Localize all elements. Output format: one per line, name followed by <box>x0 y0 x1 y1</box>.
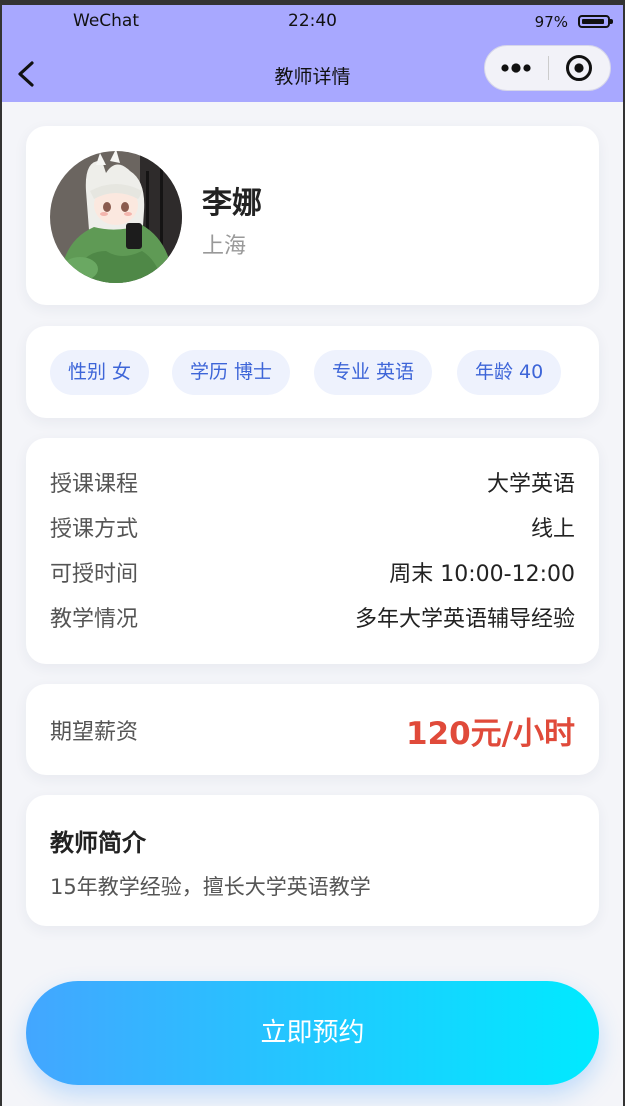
battery-icon <box>578 15 613 28</box>
status-time: 22:40 <box>288 11 337 31</box>
battery-percent: 97% <box>534 13 568 31</box>
avatar-image <box>50 151 182 283</box>
tag-education: 学历 博士 <box>172 350 291 395</box>
battery-fill <box>582 19 604 24</box>
tag-major: 专业 英语 <box>314 350 433 395</box>
more-dots-icon <box>501 63 531 73</box>
avatar <box>50 151 182 283</box>
book-now-button[interactable]: 立即预约 <box>26 981 599 1085</box>
top-header: WeChat 22:40 97% 教师详情 <box>2 5 623 102</box>
teacher-name: 李娜 <box>202 186 262 221</box>
mini-program-capsule <box>484 45 611 91</box>
profile-card: 李娜 上海 <box>26 126 599 305</box>
target-circle-icon <box>566 55 592 81</box>
info-value: 周末 10:00-12:00 <box>389 562 575 587</box>
info-label: 授课课程 <box>50 472 139 497</box>
more-button[interactable] <box>485 46 548 90</box>
teacher-location: 上海 <box>202 234 247 259</box>
tags-card: 性别 女 学历 博士 专业 英语 年龄 40 <box>26 326 599 418</box>
info-label: 授课方式 <box>50 517 139 542</box>
info-label: 教学情况 <box>50 607 139 632</box>
info-value: 线上 <box>530 517 575 542</box>
info-label: 可授时间 <box>50 562 139 587</box>
info-row-time: 可授时间 周末 10:00-12:00 <box>50 556 575 590</box>
close-button[interactable] <box>547 46 610 90</box>
tag-age: 年龄 40 <box>457 350 562 395</box>
info-row-method: 授课方式 线上 <box>50 511 575 545</box>
info-value: 大学英语 <box>486 472 575 497</box>
info-value: 多年大学英语辅导经验 <box>354 607 575 632</box>
info-row-course: 授课课程 大学英语 <box>50 466 575 500</box>
intro-text: 15年教学经验，擅长大学英语教学 <box>50 875 371 899</box>
info-row-experience: 教学情况 多年大学英语辅导经验 <box>50 601 575 635</box>
app-frame: WeChat 22:40 97% 教师详情 李娜 上海 性别 女 学历 博士 专… <box>0 0 625 1106</box>
salary-label: 期望薪资 <box>50 720 139 745</box>
intro-title: 教师简介 <box>50 829 146 857</box>
intro-card: 教师简介 15年教学经验，擅长大学英语教学 <box>26 795 599 926</box>
tag-gender: 性别 女 <box>50 350 150 395</box>
info-card: 授课课程 大学英语 授课方式 线上 可授时间 周末 10:00-12:00 教学… <box>26 438 599 664</box>
salary-value: 120元/小时 <box>405 716 575 752</box>
salary-card: 期望薪资 120元/小时 <box>26 684 599 775</box>
